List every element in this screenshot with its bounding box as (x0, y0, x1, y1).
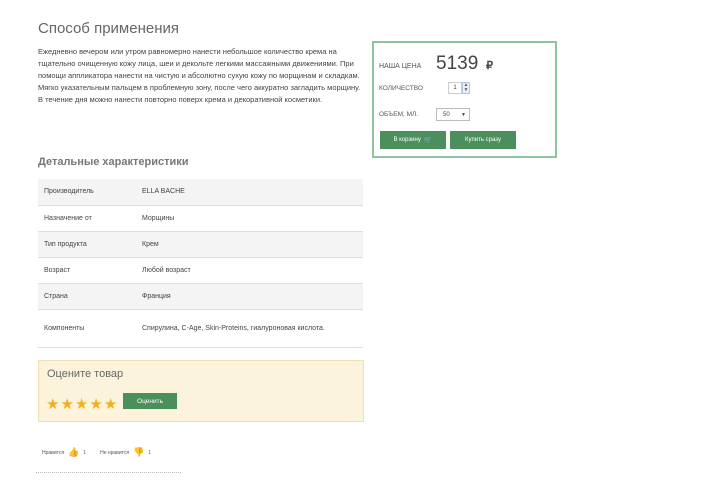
star-icon[interactable]: ★ (60, 397, 73, 412)
table-row: Производитель ELLA BACHE (38, 179, 363, 206)
spec-key: Возраст (38, 257, 136, 284)
spec-key: Назначение от (38, 205, 136, 232)
volume-label: ОБЪЕМ, МЛ. (379, 111, 419, 118)
purchase-panel: НАША ЦЕНА 5139 ₽ КОЛИЧЕСТВО 1 ▲ ▼ ОБЪЕМ,… (372, 41, 557, 158)
thumbs-up-icon[interactable]: 👍 (68, 448, 79, 458)
spec-key: Страна (38, 283, 136, 310)
like-label: Нравится (42, 450, 65, 456)
dislike-label: Не нравится (100, 450, 130, 456)
star-icon[interactable]: ★ (75, 397, 88, 412)
table-row: Компоненты Спирулина, C-Age, Skin-Protei… (38, 309, 363, 348)
table-row: Назначение от Морщины (38, 205, 363, 232)
chevron-down-icon[interactable]: ▼ (464, 88, 469, 93)
spec-key: Тип продукта (38, 231, 136, 258)
cart-icon: 🛒 (423, 136, 433, 144)
star-icon[interactable]: ★ (89, 397, 102, 412)
quantity-stepper[interactable]: ▲ ▼ (462, 82, 470, 94)
star-icon[interactable]: ★ (46, 397, 59, 412)
spec-value: Морщины (136, 205, 363, 232)
buy-now-button[interactable]: Купить сразу (450, 131, 516, 149)
quantity-label: КОЛИЧЕСТВО (379, 85, 423, 92)
dislike-count: 1 (148, 450, 152, 456)
votes-bar: Нравится 👍 1 Не нравится 👎 1 (42, 448, 151, 458)
specs-table: Производитель ELLA BACHE Назначение от М… (38, 179, 363, 348)
cart-button-label: В корзину (393, 137, 421, 143)
spec-value: ELLA BACHE (136, 179, 363, 206)
usage-title: Способ применения (38, 20, 179, 37)
rating-title: Оцените товар (47, 368, 124, 380)
thumbs-down-icon[interactable]: 👎 (133, 448, 144, 458)
divider (36, 472, 181, 480)
spec-value: Франция (136, 283, 363, 310)
spec-key: Компоненты (38, 309, 136, 348)
volume-selected: 50 (443, 111, 450, 118)
table-row: Страна Франция (38, 283, 363, 310)
spec-value: Спирулина, C-Age, Skin-Proteins, гиалуро… (136, 309, 363, 348)
chevron-down-icon: ▼ (461, 112, 466, 118)
spec-value: Любой возраст (136, 257, 363, 284)
currency-symbol: ₽ (486, 60, 493, 72)
volume-select[interactable]: 50 ▼ (436, 108, 470, 121)
price-label: НАША ЦЕНА (379, 63, 422, 70)
star-icon[interactable]: ★ (104, 397, 117, 412)
specs-title: Детальные характеристики (38, 156, 189, 168)
rating-panel: Оцените товар ★ ★ ★ ★ ★ Оценить (38, 360, 364, 422)
table-row: Возраст Любой возраст (38, 257, 363, 284)
usage-text: Ежедневно вечером или утром равномерно н… (38, 47, 361, 104)
add-to-cart-button[interactable]: В корзину 🛒 (380, 131, 446, 149)
rate-button[interactable]: Оценить (123, 393, 177, 409)
table-row: Тип продукта Крем (38, 231, 363, 258)
quantity-input[interactable]: 1 (448, 82, 462, 94)
price-value: 5139 (436, 53, 479, 74)
rating-stars[interactable]: ★ ★ ★ ★ ★ (46, 397, 117, 412)
spec-key: Производитель (38, 179, 136, 206)
spec-value: Крем (136, 231, 363, 258)
like-count: 1 (83, 450, 87, 456)
